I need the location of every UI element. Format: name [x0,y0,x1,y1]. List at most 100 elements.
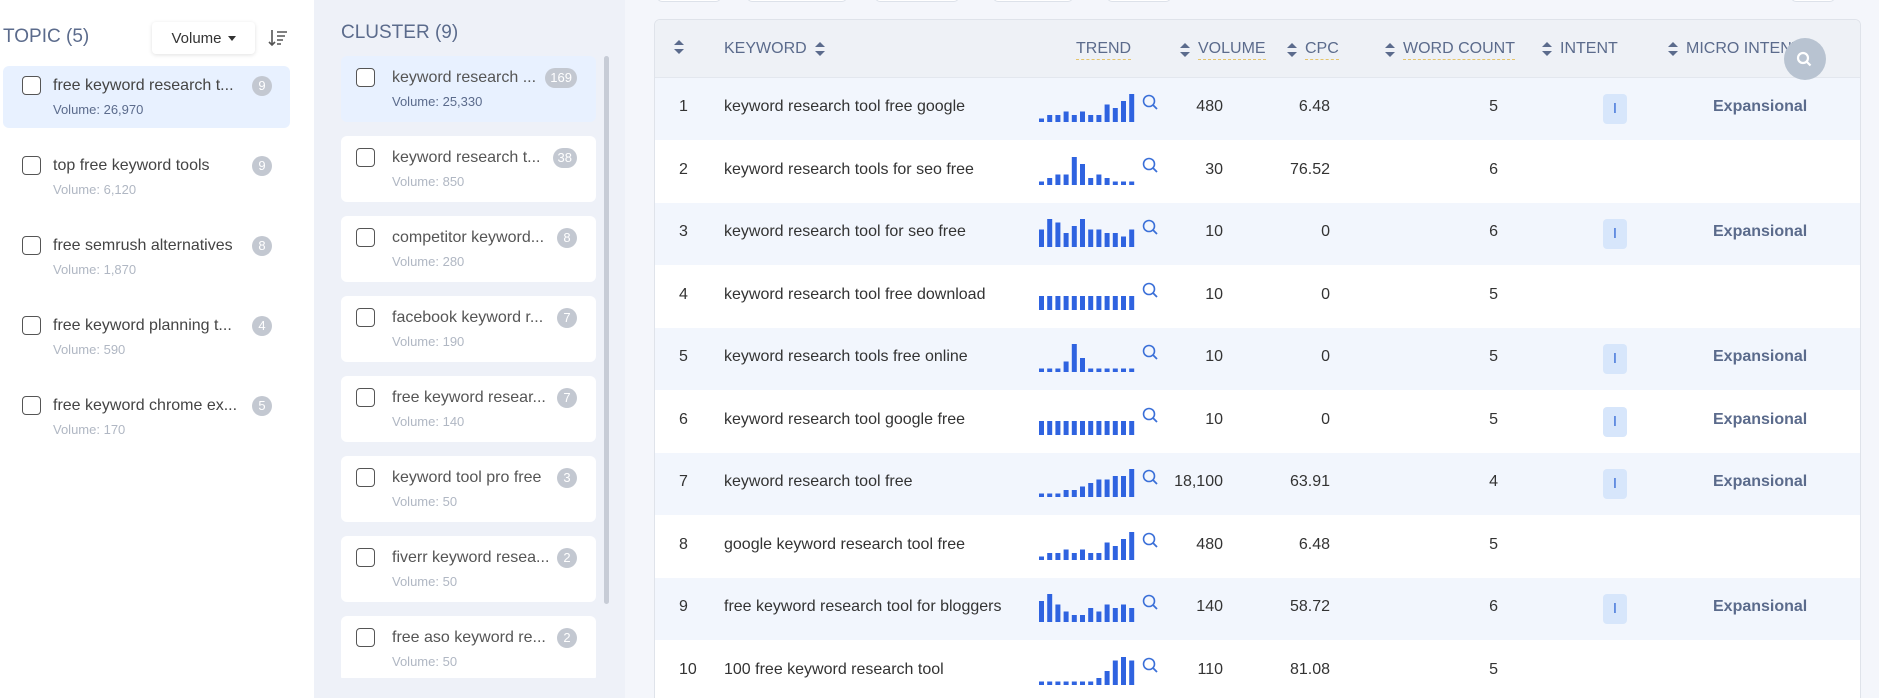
trend-bar [1080,111,1085,122]
cluster-checkbox[interactable] [356,308,375,327]
table-row[interactable]: 7 keyword research tool free 18,100 63.91 4 I… [655,453,1860,515]
column-keyword[interactable]: KEYWORD [724,40,825,58]
topic-item[interactable]: free keyword planning t... Volume: 590 4 [3,306,290,386]
cluster-item[interactable]: competitor keyword... Volume: 280 8 [341,216,596,282]
cluster-item[interactable]: fiverr keyword resea... Volume: 50 2 [341,536,596,602]
keyword-cell[interactable]: keyword research tools free online [724,348,968,366]
cluster-checkbox[interactable] [356,228,375,247]
table-row[interactable]: 6 keyword research tool google free 10 0 5 I E… [655,391,1860,453]
trend-bar [1039,118,1044,122]
trend-bar [1047,420,1053,435]
trend-bar [1047,177,1053,185]
trend-bar [1088,295,1094,310]
keyword-cell[interactable]: keyword research tool free [724,473,913,491]
table-row[interactable]: 3 keyword research tool for seo free 10 0 6 I… [655,203,1860,265]
micro-intent-cell: Expansional [1713,223,1808,240]
word-count-cell: 5 [1489,410,1498,428]
keyword-cell[interactable]: keyword research tool google free [724,411,965,429]
cluster-checkbox[interactable] [356,148,375,167]
cluster-item[interactable]: keyword research ... Volume: 25,330 169 [341,56,596,122]
trend-bar [1047,681,1053,685]
cluster-item[interactable]: keyword research t... Volume: 850 38 [341,136,596,202]
cluster-item[interactable]: free keyword resear... Volume: 140 7 [341,376,596,442]
topic-item-volume: Volume: 170 [53,422,126,437]
intent-badge: I [1603,219,1627,249]
table-row[interactable]: 4 keyword research tool free download 10 0 5 [655,266,1860,328]
trend-bar [1104,177,1110,185]
zoom-button[interactable] [1784,38,1826,80]
table-row[interactable]: 1 keyword research tool free google 480 6.4… [655,78,1860,140]
trend-bar [1080,295,1085,310]
topic-item[interactable]: free keyword research t... Volume: 26,970… [3,66,290,128]
table-row[interactable]: 2 keyword research tools for seo free 30 76… [655,141,1860,203]
keyword-cell[interactable]: google keyword research tool free [724,536,965,554]
cluster-item-label: free aso keyword re... [392,629,546,646]
keyword-cell[interactable]: keyword research tool free download [724,286,985,304]
volume-cell: 480 [1196,98,1223,115]
topic-checkbox[interactable] [22,316,41,335]
topic-item[interactable]: free semrush alternatives Volume: 1,870 8 [3,226,290,306]
trend-bar [1112,181,1118,185]
table-header: KEYWORD TREND VOLUME CPC WORD COUNT INTE… [655,20,1860,78]
cluster-checkbox[interactable] [356,388,375,407]
cpc-cell: 0 [1321,348,1330,365]
keyword-cell[interactable]: keyword research tool free google [724,98,965,116]
cpc-cell: 0 [1321,285,1330,303]
keyword-cell[interactable]: keyword research tools for seo free [724,161,974,179]
cluster-checkbox[interactable] [356,468,375,487]
sort-descending-icon[interactable] [266,26,290,50]
row-number: 4 [679,285,688,303]
micro-intent-cell: Expansional [1713,473,1808,490]
cluster-count-badge: 7 [557,308,577,328]
table-row[interactable]: 9 free keyword research tool for bloggers… [655,578,1860,640]
topic-item[interactable]: top free keyword tools Volume: 6,120 9 [3,146,290,226]
keyword-cell[interactable]: free keyword research tool for bloggers [724,598,1001,616]
sort-arrows-icon [674,40,684,54]
cluster-item-volume: Volume: 280 [392,254,465,269]
column-volume[interactable]: VOLUME [1180,40,1266,60]
micro-intent-cell: Expansional [1713,410,1808,428]
row-number: 3 [679,223,688,240]
cluster-checkbox[interactable] [356,548,375,567]
cluster-scrollbar[interactable] [604,56,609,604]
topic-count-badge: 4 [252,316,272,336]
column-sort-index[interactable] [674,40,684,54]
column-micro-intent[interactable]: MICRO INTENT [1668,40,1802,58]
cluster-item[interactable]: free aso keyword re... Volume: 50 2 [341,616,596,678]
column-word-count[interactable]: WORD COUNT [1385,40,1515,60]
table-row[interactable]: 8 google keyword research tool free 480 6.4… [655,516,1860,578]
toolbar-fragment [657,0,721,2]
trend-bar [1055,222,1061,247]
cluster-item[interactable]: facebook keyword r... Volume: 190 7 [341,296,596,362]
topic-checkbox[interactable] [22,236,41,255]
cluster-title: CLUSTER (9) [341,22,459,43]
table-row[interactable]: 5 keyword research tools free online 10 0 5 I… [655,328,1860,390]
column-intent[interactable]: INTENT [1542,40,1618,58]
trend-bar [1047,594,1053,622]
cluster-item-volume: Volume: 850 [392,174,465,189]
row-number: 5 [679,348,688,365]
trend-bar [1096,611,1102,622]
column-cpc[interactable]: CPC [1287,40,1339,60]
topic-checkbox[interactable] [22,396,41,415]
volume-cell: 10 [1205,348,1223,365]
row-number: 9 [679,598,688,615]
sort-select[interactable]: Volume [152,22,255,54]
trend-bar [1039,295,1044,310]
table-row[interactable]: 10 100 free keyword research tool 110 81.08… [655,641,1860,698]
cluster-checkbox[interactable] [356,628,375,647]
keyword-cell[interactable]: keyword research tool for seo free [724,223,966,241]
topic-checkbox[interactable] [22,76,41,95]
topic-item[interactable]: free keyword chrome ex... Volume: 170 5 [3,386,290,466]
trend-bar [1063,233,1069,247]
toolbar-fragment [1791,0,1835,2]
cluster-item-volume: Volume: 50 [392,654,458,669]
cluster-checkbox[interactable] [356,68,375,87]
trend-bar [1071,344,1077,372]
caret-down-icon [227,35,236,41]
trend-bar [1071,552,1077,560]
topic-checkbox[interactable] [22,156,41,175]
trend-bar [1121,181,1126,185]
cluster-item[interactable]: keyword tool pro free Volume: 50 3 [341,456,596,522]
keyword-cell[interactable]: 100 free keyword research tool [724,661,944,679]
